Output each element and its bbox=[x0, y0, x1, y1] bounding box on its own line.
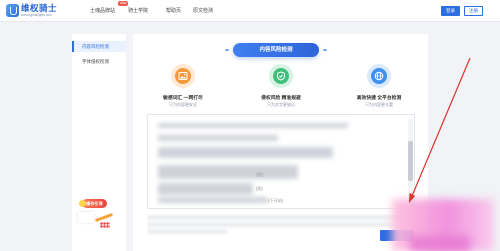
blurred-text bbox=[158, 183, 253, 195]
nav-item-original-check[interactable]: 原文检测 bbox=[193, 7, 213, 14]
main-panel: 内容风险检测 敏感词汇 一网打尽 只为内容更安全 侵权风险 精准规避 只为文字更… bbox=[133, 34, 428, 251]
logo-subtitle: www.rightknights.com bbox=[21, 13, 52, 17]
text-fragment: (下开始) bbox=[268, 198, 284, 203]
logo-icon bbox=[6, 4, 19, 17]
text-fragment: (图) bbox=[256, 186, 263, 191]
nav-item-academy[interactable]: 骑士学院 bbox=[128, 7, 148, 14]
blurred-text bbox=[147, 230, 227, 233]
highlight-overlay bbox=[410, 236, 470, 251]
feature-title: 敏感词汇 一网打尽 bbox=[163, 96, 203, 101]
sidebar-item-content-risk[interactable]: 内容风险检测 bbox=[72, 41, 126, 52]
text-fragment: (图) bbox=[256, 172, 263, 177]
guide-illustration bbox=[76, 210, 118, 230]
register-button[interactable]: 注册 bbox=[464, 6, 483, 16]
blurred-text bbox=[158, 135, 278, 141]
new-badge: new bbox=[118, 1, 129, 6]
feature-subtitle: 只为内容更安全 bbox=[169, 102, 197, 107]
shield-icon bbox=[273, 68, 289, 84]
blurred-text bbox=[147, 223, 397, 226]
feature-infringement-risk: 侵权风险 精准规避 只为文字更放心 bbox=[246, 64, 316, 120]
globe-icon bbox=[371, 68, 387, 84]
feature-title: 侵权风险 精准规避 bbox=[261, 96, 301, 101]
feature-icon-bg bbox=[171, 64, 195, 88]
feature-all-platform: 高效快捷 全平台检测 只为内容更丰富 bbox=[344, 64, 414, 120]
feature-subtitle: 只为内容更丰富 bbox=[365, 102, 393, 107]
sidebar-item-font-infringement[interactable]: 字体侵权检测 bbox=[72, 56, 126, 67]
blurred-text bbox=[158, 147, 333, 158]
content-textarea[interactable]: (图) (图) (下开始) bbox=[147, 114, 415, 209]
guide-promo-label: 操作引导 bbox=[79, 199, 107, 208]
feature-sensitive-words: 敏感词汇 一网打尽 只为内容更安全 bbox=[148, 64, 218, 120]
nav-item-brand[interactable]: 士魂品牌站 bbox=[90, 7, 115, 14]
feature-icon-bg bbox=[269, 64, 293, 88]
login-button[interactable]: 登录 bbox=[441, 6, 460, 16]
feature-icon-bg bbox=[367, 64, 391, 88]
logo-text: 维权骑士 bbox=[21, 3, 58, 13]
blurred-text bbox=[158, 123, 348, 128]
blurred-text bbox=[158, 197, 268, 203]
textarea-scrollbar[interactable] bbox=[408, 119, 413, 205]
scrollbar-thumb[interactable] bbox=[408, 141, 413, 181]
top-header: 维权骑士 www.rightknights.com 士魂品牌站 骑士学院 new… bbox=[0, 0, 500, 22]
blurred-text bbox=[147, 216, 412, 219]
notice-text bbox=[147, 214, 417, 236]
guide-promo[interactable]: 操作引导 bbox=[76, 196, 120, 236]
site-logo[interactable]: 维权骑士 www.rightknights.com bbox=[6, 3, 58, 19]
feature-title: 高效快捷 全平台检测 bbox=[356, 96, 402, 101]
blurred-text bbox=[158, 165, 298, 179]
pencil-icon bbox=[95, 213, 113, 222]
page-title: 内容风险检测 bbox=[225, 43, 327, 57]
nav-item-help[interactable]: 帮助页 bbox=[166, 7, 181, 14]
image-icon bbox=[175, 68, 191, 84]
feature-subtitle: 只为文字更放心 bbox=[267, 102, 295, 107]
